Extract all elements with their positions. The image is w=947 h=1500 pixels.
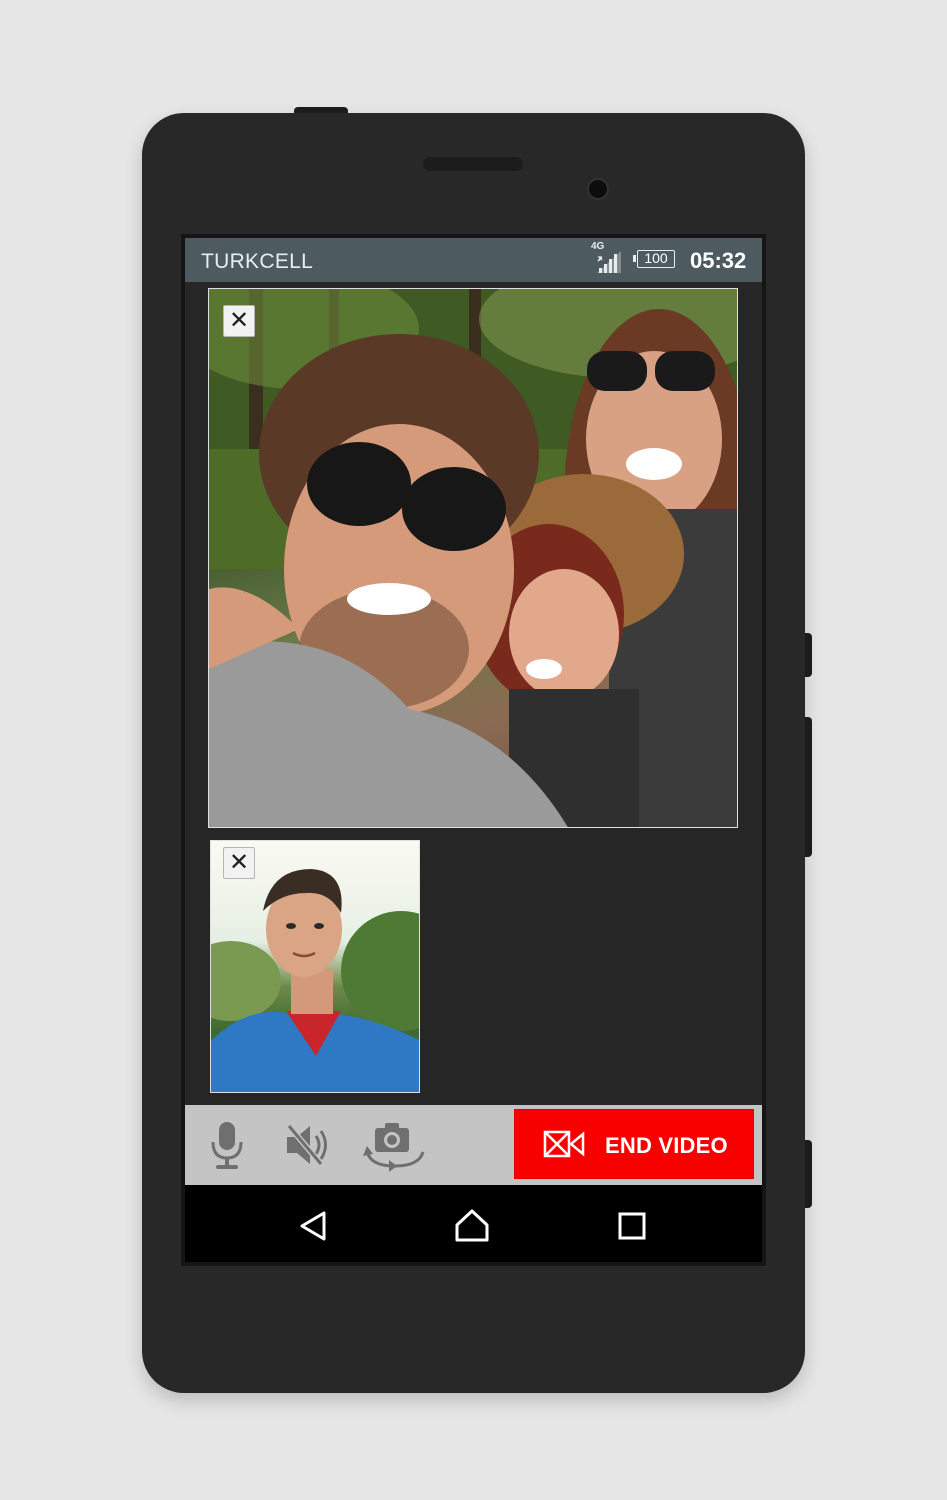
nav-recents-button[interactable] xyxy=(613,1207,651,1245)
remote-video-feed: ✕ xyxy=(208,288,738,828)
phone-screen: TURKCELL 4G 100 05:32 ✕ ✕ END VIDEO xyxy=(181,234,766,1266)
recents-square-icon xyxy=(618,1212,646,1240)
speaker-button[interactable] xyxy=(281,1118,337,1172)
home-icon xyxy=(455,1209,489,1242)
group-selfie-image xyxy=(209,289,737,827)
nav-back-button[interactable] xyxy=(294,1207,332,1245)
earpiece xyxy=(423,157,523,171)
status-time: 05:32 xyxy=(690,248,747,273)
self-video-preview: ✕ xyxy=(210,840,420,1093)
android-nav-bar xyxy=(185,1185,762,1262)
end-video-label: END VIDEO xyxy=(605,1133,728,1158)
close-self-video-button[interactable]: ✕ xyxy=(223,847,255,879)
back-triangle-icon xyxy=(300,1211,326,1241)
end-video-button[interactable]: END VIDEO xyxy=(515,1110,753,1178)
signal-icon xyxy=(597,251,621,273)
microphone-icon xyxy=(211,1122,243,1169)
mute-mic-button[interactable] xyxy=(199,1118,255,1172)
switch-camera-icon xyxy=(363,1123,425,1172)
call-controls-bar: END VIDEO xyxy=(185,1105,762,1185)
close-main-video-button[interactable]: ✕ xyxy=(223,305,255,337)
carrier-name: TURKCELL xyxy=(201,250,314,273)
battery-icon: 100 xyxy=(633,250,675,268)
nav-home-button[interactable] xyxy=(453,1207,491,1245)
front-camera xyxy=(587,178,609,200)
switch-camera-button[interactable] xyxy=(361,1118,427,1172)
status-bar: TURKCELL 4G 100 05:32 xyxy=(185,238,762,282)
speaker-muted-icon xyxy=(286,1124,327,1166)
video-off-icon xyxy=(543,1130,585,1158)
